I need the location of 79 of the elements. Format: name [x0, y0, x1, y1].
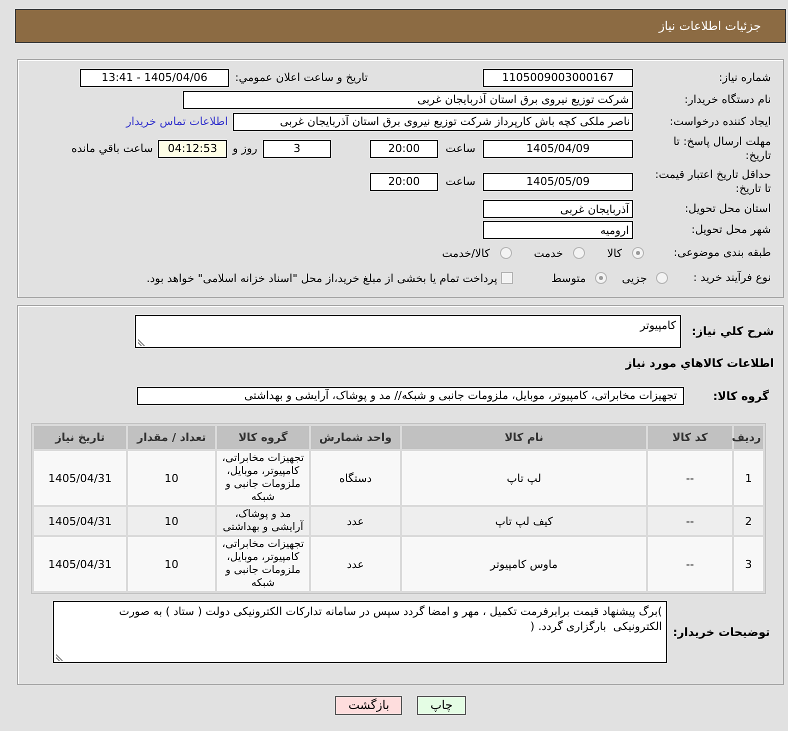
- table-cell: 1405/04/31: [34, 507, 126, 535]
- field-label: نوع فرآیند خرید :: [693, 271, 771, 285]
- time-label: ساعت: [446, 175, 476, 188]
- validity-date-field: 1405/05/09: [483, 172, 633, 190]
- column-header: واحد شمارش: [311, 426, 400, 449]
- radio-label: جزیی: [622, 272, 647, 284]
- field-label: ایجاد کننده درخواست:: [670, 114, 771, 128]
- table-cell: --: [648, 507, 732, 535]
- validity-time-field: 20:00: [370, 172, 438, 190]
- table-cell: مد و پوشاک، آرایشی و بهداشتی: [217, 507, 309, 535]
- table-cell: 10: [128, 451, 215, 505]
- goods-group-field: تجهیزات مخابراتی، کامپیوتر، موبایل، ملزومات جانبی و شبکه// مد و پوشاک، آرایشی و بهداشتی: [137, 386, 684, 404]
- column-header: گروه کالا: [217, 426, 309, 449]
- field-label: حداقل تاریخ اعتبار قیمت: تا تاریخ:: [654, 168, 771, 196]
- resize-handle-icon[interactable]: [138, 338, 145, 346]
- remaining-label: ساعت باقي مانده: [71, 142, 153, 155]
- radio-button[interactable]: [500, 247, 512, 259]
- table-cell: 1405/04/31: [34, 451, 126, 505]
- checkbox[interactable]: [501, 272, 514, 284]
- radio-button[interactable]: [594, 272, 607, 284]
- field-label: گروه کالا:: [713, 388, 769, 402]
- checkbox-label: پرداخت تمام یا بخشی از مبلغ خرید،از محل "اسناد خزانه اسلامی" خواهد بود.: [146, 272, 498, 284]
- table-cell: --: [648, 537, 732, 591]
- need-number-field: 1105009003000167: [483, 68, 633, 86]
- table-cell: 3: [734, 537, 763, 591]
- back-button[interactable]: بازگشت: [335, 696, 402, 715]
- deadline-date-field: 1405/04/09: [483, 140, 633, 158]
- table-cell: کیف لپ تاپ: [402, 507, 646, 535]
- column-header: ردیف: [734, 426, 763, 449]
- field-label: توضیحات خریدار:: [672, 625, 770, 639]
- announcement-date-field: 1405/04/06 - 13:41: [80, 68, 229, 86]
- field-label: مهلت ارسال پاسخ: تا تاریخ:: [672, 134, 771, 162]
- page-title: جزئیات اطلاعات نیاز: [658, 19, 761, 33]
- remaining-time-field: 04:12:53: [158, 140, 227, 158]
- field-label: نام دستگاه خریدار:: [684, 92, 771, 106]
- requester-field: ناصر ملکی کچه باش کارپرداز شرکت توزیع نیروی برق استان آذربایجان غربی: [233, 112, 633, 130]
- table-cell: --: [648, 451, 732, 505]
- province-field: آذربایجان غربی: [483, 200, 633, 218]
- column-header: کد کالا: [648, 426, 732, 449]
- radio-label: خدمت: [534, 246, 564, 260]
- table-cell: 10: [128, 507, 215, 535]
- city-field: ارومیه: [483, 221, 633, 239]
- radio-button[interactable]: [632, 247, 644, 259]
- summary-field: کامپیوتر: [135, 314, 681, 348]
- table-cell: ماوس کامپیوتر: [402, 537, 646, 591]
- radio-label: متوسط: [551, 272, 586, 284]
- table-cell: عدد: [311, 537, 400, 591]
- field-label: شماره نیاز:: [718, 70, 771, 84]
- table-cell: 10: [128, 537, 215, 591]
- field-label: شرح کلي نیاز:: [692, 324, 774, 338]
- column-header: تاریخ نیاز: [34, 426, 126, 449]
- radio-label: کالا: [607, 246, 622, 260]
- radio-button[interactable]: [656, 272, 668, 284]
- column-header: تعداد / مقدار: [128, 426, 215, 449]
- radio-label: کالا/خدمت: [442, 246, 490, 260]
- table-cell: 2: [734, 507, 763, 535]
- field-label: شهر محل تحویل:: [691, 223, 771, 237]
- table-cell: تجهیزات مخابراتی، کامپیوتر، موبایل، ملزومات جانبی و شبکه: [217, 451, 309, 505]
- buyer-contact-link[interactable]: اطلاعات تماس خریدار: [126, 115, 228, 128]
- table-cell: دستگاه: [311, 451, 400, 505]
- table-cell: 1405/04/31: [34, 537, 126, 591]
- table-cell: 1: [734, 451, 763, 505]
- print-button[interactable]: چاپ: [417, 696, 466, 715]
- table-cell: لپ تاپ: [402, 451, 646, 505]
- time-label: ساعت: [446, 142, 476, 155]
- days-field: 3: [263, 140, 331, 158]
- field-label: استان محل تحویل:: [684, 202, 771, 216]
- table-cell: عدد: [311, 507, 400, 535]
- section-title: اطلاعات کالاهاي مورد نياز: [626, 356, 774, 370]
- buyer-name-field: شرکت توزیع نیروی برق استان آذربایجان غربی: [183, 90, 633, 108]
- resize-handle-icon[interactable]: [56, 654, 63, 661]
- radio-button[interactable]: [573, 247, 586, 259]
- field-label: طبقه بندی موضوعی:: [674, 246, 771, 260]
- table-cell: تجهیزات مخابراتی، کامپیوتر، موبایل، ملزومات جانبی و شبکه: [217, 537, 309, 591]
- buyer-notes-field: )برگ پیشنهاد قیمت برابرفرمت تکمیل ، مهر و امضا گردد سپس در سامانه تدارکات الکترونیکی دولت ( ستاد ) به صورت الکترونیکی بارگزاری گردد. (: [53, 601, 667, 663]
- column-header: نام کالا: [402, 426, 646, 449]
- deadline-time-field: 20:00: [370, 140, 438, 158]
- field-label: تاریخ و ساعت اعلان عمومي:: [235, 70, 368, 84]
- days-label: روز و: [232, 142, 258, 155]
